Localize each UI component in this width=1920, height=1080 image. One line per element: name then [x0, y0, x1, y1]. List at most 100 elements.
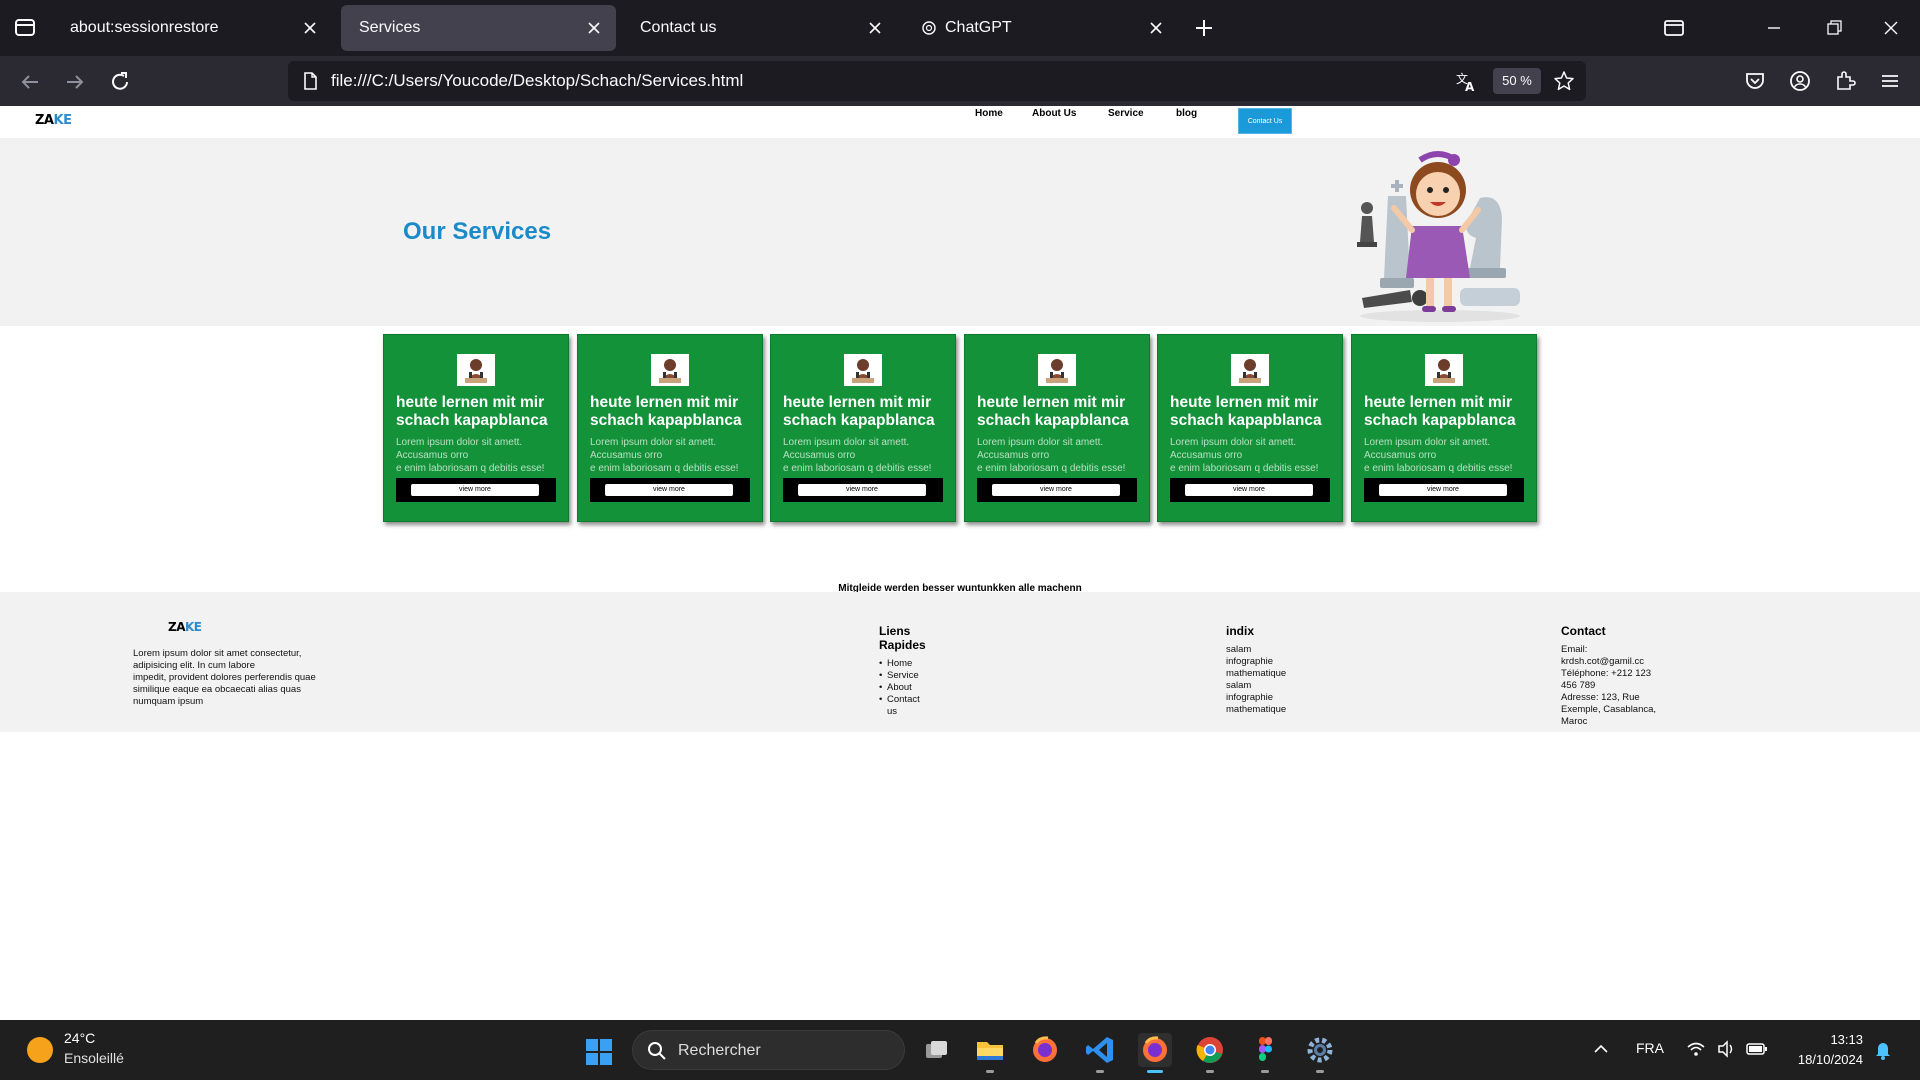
card-title: heute lernen mit mir schach kapapblanca — [1170, 394, 1322, 429]
battery-icon[interactable] — [1746, 1040, 1768, 1058]
reload-icon[interactable] — [106, 68, 134, 96]
system-clock[interactable]: 13:13 18/10/2024 — [1783, 1030, 1863, 1070]
url-bar[interactable]: file:///C:/Users/Youcode/Desktop/Schach/… — [288, 61, 1586, 101]
view-more-button[interactable]: view more — [411, 484, 539, 496]
indix-item[interactable]: salam — [1226, 680, 1286, 692]
card-text: Lorem ipsum dolor sit amett. Accusamus or… — [1170, 437, 1319, 474]
close-icon[interactable] — [865, 18, 885, 38]
nav-link-about-us[interactable]: About Us — [1032, 108, 1076, 119]
navigation-toolbar: file:///C:/Users/Youcode/Desktop/Schach/… — [0, 56, 1920, 106]
nav-link-home[interactable]: Home — [975, 108, 1003, 119]
indix-item[interactable]: mathematique — [1226, 704, 1286, 716]
vscode-icon[interactable] — [1083, 1033, 1117, 1073]
footer-email[interactable]: krdsh.cot@gamil.cc — [1561, 656, 1671, 668]
card-title: heute lernen mit mir schach kapapblanca — [977, 394, 1129, 429]
web-page: ZAKE Home About Us Service blog Contact … — [0, 106, 1920, 1020]
indix-item[interactable]: mathematique — [1226, 668, 1286, 680]
windows-start-icon[interactable] — [585, 1038, 613, 1066]
taskbar-search-box[interactable]: Rechercher — [632, 1030, 905, 1070]
tab-bar: about:sessionrestore Services Contact us… — [0, 0, 1920, 56]
tab-sessionrestore[interactable]: about:sessionrestore — [52, 5, 332, 51]
indix-heading: indix — [1226, 624, 1255, 638]
tab-label: Contact us — [640, 19, 717, 36]
task-view-icon[interactable] — [920, 1033, 954, 1067]
translate-icon[interactable]: 文A — [1454, 69, 1478, 93]
account-icon[interactable] — [1787, 68, 1813, 94]
view-more-button[interactable]: view more — [1379, 484, 1507, 496]
quick-links-heading: Liens Rapides — [879, 624, 926, 652]
nav-link-service[interactable]: Service — [1108, 108, 1144, 119]
girl-chess-illustration — [1357, 151, 1520, 322]
indix-item[interactable]: infographie — [1226, 692, 1286, 704]
weather-description[interactable]: Ensoleillé — [64, 1050, 124, 1066]
card-button-bar: view more — [1364, 478, 1524, 502]
back-arrow-icon[interactable] — [16, 68, 44, 96]
site-logo[interactable]: ZAKE — [35, 113, 72, 128]
footer-link-about[interactable]: About — [879, 682, 929, 694]
view-more-button[interactable]: view more — [798, 484, 926, 496]
firefox-active-icon[interactable] — [1138, 1033, 1172, 1073]
footer-about-text: Lorem ipsum dolor sit amet consectetur, … — [133, 648, 316, 707]
notification-bell-icon[interactable] — [1874, 1040, 1892, 1060]
close-icon[interactable] — [584, 18, 604, 38]
chevron-up-icon[interactable] — [1592, 1040, 1610, 1058]
chess-player-thumbnail — [844, 354, 882, 386]
view-more-button[interactable]: view more — [1185, 484, 1313, 496]
service-card: heute lernen mit mir schach kapapblanca L… — [1157, 334, 1343, 522]
forward-arrow-icon[interactable] — [61, 68, 89, 96]
card-text: Lorem ipsum dolor sit amett. Accusamus or… — [783, 437, 932, 474]
service-card: heute lernen mit mir schach kapapblanca L… — [577, 334, 763, 522]
tab-list-icon[interactable] — [12, 14, 38, 40]
tab-chatgpt[interactable]: ChatGPT — [903, 5, 1178, 51]
footer-link-home[interactable]: Home — [879, 658, 929, 670]
weather-temperature[interactable]: 24°C — [64, 1030, 95, 1046]
close-icon[interactable] — [300, 18, 320, 38]
minimize-icon[interactable] — [1760, 14, 1788, 42]
card-text: Lorem ipsum dolor sit amett. Accusamus or… — [396, 437, 545, 474]
view-more-button[interactable]: view more — [992, 484, 1120, 496]
card-button-bar: view more — [396, 478, 556, 502]
language-indicator[interactable]: FRA — [1636, 1040, 1664, 1056]
indix-item[interactable]: salam — [1226, 644, 1286, 656]
url-text[interactable]: file:///C:/Users/Youcode/Desktop/Schach/… — [331, 71, 743, 91]
close-icon[interactable] — [1146, 18, 1166, 38]
footer-link-service[interactable]: Service — [879, 670, 929, 682]
contact-heading: Contact — [1561, 624, 1606, 638]
tab-services[interactable]: Services — [341, 5, 616, 51]
svg-text:A: A — [1465, 80, 1475, 93]
sun-icon[interactable] — [27, 1037, 53, 1063]
chess-player-thumbnail — [1231, 354, 1269, 386]
footer-link-contact[interactable]: Contactus — [879, 694, 929, 718]
card-button-bar: view more — [977, 478, 1137, 502]
restore-icon[interactable] — [1820, 14, 1848, 42]
figma-icon[interactable] — [1248, 1033, 1282, 1073]
list-all-tabs-icon[interactable] — [1660, 14, 1688, 42]
service-card: heute lernen mit mir schach kapapblanca L… — [770, 334, 956, 522]
indix-item[interactable]: infographie — [1226, 656, 1286, 668]
card-text: Lorem ipsum dolor sit amett. Accusamus or… — [977, 437, 1126, 474]
settings-gear-icon[interactable] — [1303, 1033, 1337, 1073]
chess-player-thumbnail — [651, 354, 689, 386]
firefox-icon[interactable] — [1028, 1033, 1062, 1067]
footer-logo: ZAKE — [168, 620, 202, 634]
new-tab-icon[interactable] — [1192, 16, 1216, 40]
search-icon — [648, 1042, 666, 1060]
volume-icon[interactable] — [1716, 1040, 1736, 1058]
nav-link-blog[interactable]: blog — [1176, 108, 1197, 119]
menu-hamburger-icon[interactable] — [1877, 68, 1903, 94]
pocket-icon[interactable] — [1742, 68, 1768, 94]
wifi-icon[interactable] — [1686, 1040, 1706, 1058]
site-header: ZAKE Home About Us Service blog Contact … — [0, 106, 1920, 138]
file-explorer-icon[interactable] — [973, 1033, 1007, 1073]
tab-contact-us[interactable]: Contact us — [622, 5, 897, 51]
close-window-icon[interactable] — [1877, 14, 1905, 42]
chrome-icon[interactable] — [1193, 1033, 1227, 1073]
bookmark-star-icon[interactable] — [1553, 70, 1575, 92]
zoom-level-button[interactable]: 50 % — [1493, 68, 1541, 94]
service-card: heute lernen mit mir schach kapapblanca L… — [1351, 334, 1537, 522]
footer-contact: Contact Email: krdsh.cot@gamil.cc Téléph… — [1561, 624, 1671, 728]
extensions-icon[interactable] — [1832, 68, 1858, 94]
contact-us-button[interactable]: Contact Us — [1238, 108, 1292, 134]
view-more-button[interactable]: view more — [605, 484, 733, 496]
page-title: Our Services — [403, 218, 552, 245]
